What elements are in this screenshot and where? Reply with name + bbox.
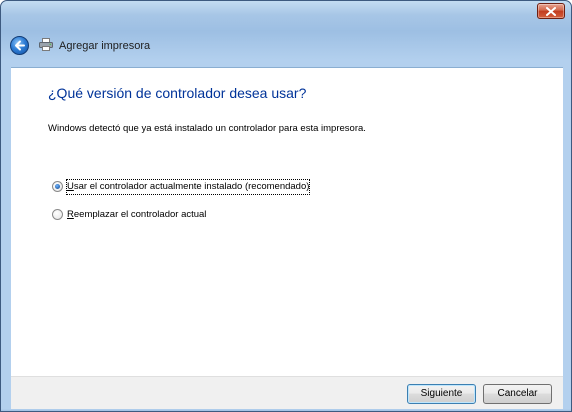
window-title: Agregar impresora xyxy=(59,40,151,52)
back-button[interactable] xyxy=(10,36,29,55)
page-description: Windows detectó que ya está instalado un… xyxy=(48,123,366,134)
button-bar: Siguiente Cancelar xyxy=(11,376,563,410)
radio-label-use-installed[interactable]: Usar el controlador actualmente instalad… xyxy=(65,179,311,195)
accesskey-u: U xyxy=(67,181,74,192)
printer-icon xyxy=(39,38,53,51)
page-heading: ¿Qué versión de controlador desea usar? xyxy=(48,85,307,101)
accesskey-r: R xyxy=(67,209,74,220)
close-icon xyxy=(546,7,556,16)
label-text: sar el controlador actualmente instalado… xyxy=(73,181,310,192)
wizard-content: ¿Qué versión de controlador desea usar? … xyxy=(11,67,563,377)
label-text: eemplazar el controlador actual xyxy=(73,209,207,220)
dialog-window: Agregar impresora ¿Qué versión de contro… xyxy=(0,0,572,412)
wizard-header: Agregar impresora xyxy=(2,32,570,60)
radio-button[interactable] xyxy=(52,209,63,220)
radio-label-replace[interactable]: Reemplazar el controlador actual xyxy=(67,208,206,222)
next-button[interactable]: Siguiente xyxy=(407,384,476,404)
radio-button-selected[interactable] xyxy=(52,181,63,192)
radio-dot xyxy=(55,184,60,189)
back-arrow-icon xyxy=(15,40,25,51)
close-button[interactable] xyxy=(537,3,565,19)
cancel-button[interactable]: Cancelar xyxy=(483,384,552,404)
